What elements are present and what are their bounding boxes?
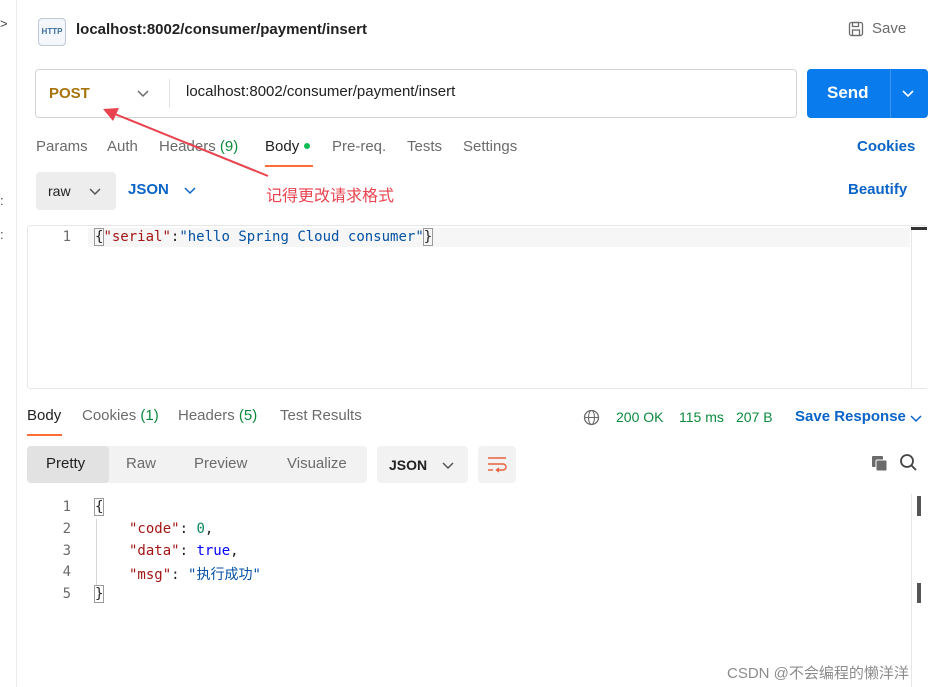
body-format-select[interactable]: JSON	[128, 181, 169, 198]
tab-headers[interactable]: Headers (9)	[159, 138, 238, 155]
copy-icon[interactable]	[870, 454, 889, 473]
method-select[interactable]: POST	[49, 85, 90, 102]
tab-body[interactable]: Body	[265, 138, 311, 155]
scrollbar-thumb[interactable]	[911, 227, 927, 230]
tab-params[interactable]: Params	[36, 138, 88, 155]
json-value: "执行成功"	[188, 567, 261, 583]
request-body-editor[interactable]	[27, 225, 928, 389]
body-mode-select[interactable]: raw	[36, 172, 116, 210]
cookies-link[interactable]: Cookies	[857, 138, 915, 155]
watermark: CSDN @不会编程的懒洋洋	[727, 665, 909, 682]
chevron-down-icon[interactable]	[136, 86, 150, 100]
status-code[interactable]: 200 OK	[616, 409, 663, 425]
json-key: "code"	[129, 521, 180, 537]
response-tab-cookies[interactable]: Cookies (1)	[82, 407, 159, 424]
line-number: 4	[62, 564, 71, 580]
url-input[interactable]: localhost:8002/consumer/payment/insert	[186, 83, 455, 100]
tab-label: Headers	[159, 138, 216, 155]
code-line: "data": true,	[129, 543, 239, 559]
tab-auth[interactable]: Auth	[107, 138, 138, 155]
line-number: 3	[62, 543, 71, 559]
search-icon[interactable]	[899, 453, 918, 472]
scrollbar-thumb[interactable]	[917, 496, 921, 516]
response-size[interactable]: 207 B	[736, 409, 773, 425]
code-line: "code": 0,	[129, 521, 214, 537]
response-tab-headers[interactable]: Headers (5)	[178, 407, 257, 424]
chevron-down-icon[interactable]	[901, 86, 915, 100]
code-line: "msg": "执行成功"	[129, 567, 261, 583]
divider	[169, 79, 170, 108]
response-view-toggle: Pretty Raw Preview Visualize	[27, 446, 367, 483]
scrollbar-thumb[interactable]	[917, 583, 921, 603]
code-line: {	[93, 498, 105, 516]
close-brace: }	[93, 585, 105, 603]
active-tab-indicator	[27, 434, 62, 436]
save-response-button[interactable]: Save Response	[795, 408, 906, 425]
response-time[interactable]: 115 ms	[679, 409, 724, 425]
beautify-button[interactable]: Beautify	[848, 181, 907, 198]
json-value: true	[196, 543, 231, 559]
json-key: "msg"	[129, 567, 172, 583]
http-request-icon: HTTP	[38, 18, 66, 46]
strip-marker: :	[0, 193, 4, 208]
send-button[interactable]: Send	[807, 69, 928, 118]
chevron-down-icon	[442, 462, 454, 470]
chevron-down-icon	[89, 188, 101, 196]
response-tab-body[interactable]: Body	[27, 407, 61, 424]
tab-count: (9)	[219, 138, 239, 155]
annotation-text: 记得更改请求格式	[266, 188, 395, 205]
response-tab-test-results[interactable]: Test Results	[280, 407, 362, 424]
modified-dot-icon	[304, 143, 311, 150]
view-pretty[interactable]: Pretty	[46, 455, 85, 472]
left-sidebar-strip: > : :	[0, 0, 17, 687]
view-preview[interactable]: Preview	[194, 455, 247, 472]
tab-pre-request[interactable]: Pre-req.	[332, 138, 386, 155]
wrap-icon	[488, 457, 507, 473]
json-value: 0	[196, 521, 205, 537]
editor-scrollbar[interactable]	[911, 226, 928, 388]
line-number: 1	[62, 229, 71, 245]
line-number: 2	[62, 521, 71, 537]
request-title[interactable]: localhost:8002/consumer/payment/insert	[76, 21, 367, 38]
globe-icon[interactable]	[583, 409, 600, 426]
chevron-down-icon[interactable]	[909, 411, 923, 425]
tab-tests[interactable]: Tests	[407, 138, 442, 155]
indent-guide	[96, 519, 97, 585]
tab-count: (1)	[140, 407, 159, 424]
divider	[890, 69, 891, 118]
code-line: }	[93, 585, 105, 603]
tab-count: (5)	[238, 407, 258, 424]
strip-marker: :	[0, 227, 4, 242]
active-tab-indicator	[265, 165, 313, 167]
json-value: "hello Spring Cloud consumer"	[179, 229, 424, 245]
save-button[interactable]: Save	[848, 20, 906, 37]
view-visualize[interactable]: Visualize	[287, 455, 347, 472]
json-key: "data"	[129, 543, 180, 559]
line-number: 1	[62, 499, 71, 515]
code-line: {"serial":"hello Spring Cloud consumer"}	[93, 228, 434, 246]
view-raw[interactable]: Raw	[126, 455, 156, 472]
trailing-comma: ,	[204, 521, 214, 537]
format-label: JSON	[389, 457, 428, 473]
trailing-comma: ,	[230, 543, 239, 559]
response-format-select[interactable]: JSON	[377, 446, 468, 483]
wrap-lines-button[interactable]	[478, 446, 516, 483]
tab-label: Body	[265, 138, 300, 155]
open-brace: {	[93, 498, 105, 516]
save-icon	[848, 21, 864, 36]
save-label: Save	[872, 20, 907, 37]
line-number: 5	[62, 586, 71, 602]
send-label: Send	[827, 83, 869, 102]
tab-label: Cookies	[82, 407, 137, 424]
tab-settings[interactable]: Settings	[463, 138, 517, 155]
body-mode-label: raw	[48, 183, 71, 199]
json-key: "serial"	[103, 229, 171, 245]
collapse-marker[interactable]: >	[0, 16, 8, 31]
close-brace: }	[422, 228, 434, 246]
chevron-down-icon[interactable]	[183, 183, 197, 197]
tab-label: Headers	[178, 407, 235, 424]
